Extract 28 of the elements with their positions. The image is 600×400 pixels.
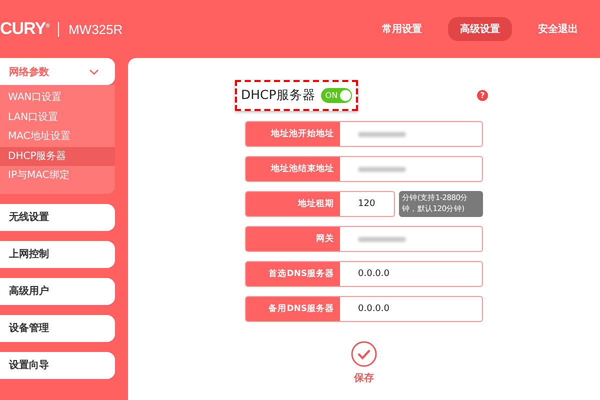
submenu-item[interactable]: MAC地址设置: [0, 127, 115, 146]
section-title: DHCP服务器: [241, 87, 316, 104]
checkmark-icon: [351, 341, 377, 367]
sidebar-item[interactable]: 网络参数: [0, 58, 115, 85]
chevron-down-icon: [89, 68, 99, 74]
input-field[interactable]: 地址池结束地址: [245, 156, 483, 182]
input-field[interactable]: 首选DNS服务器 0.0.0.0: [245, 261, 483, 287]
input-field[interactable]: 地址租期 120: [245, 191, 395, 217]
model-name: MW325R: [68, 22, 123, 36]
submenu-item[interactable]: WAN口设置: [0, 88, 115, 108]
help-icon[interactable]: ?: [477, 90, 488, 101]
sidebar-item[interactable]: 设置向导: [0, 352, 115, 378]
submenu-item[interactable]: DHCP服务器: [0, 146, 115, 166]
input-field[interactable]: 备用DNS服务器 0.0.0.0: [245, 296, 483, 322]
nav-tab[interactable]: 常用设置: [370, 17, 434, 41]
sidebar-item[interactable]: 上网控制: [0, 240, 115, 268]
sidebar-item[interactable]: 设备管理: [0, 314, 115, 342]
nav-tab[interactable]: 高级设置: [448, 17, 512, 41]
submenu-item[interactable]: LAN口设置: [0, 108, 115, 127]
brand-logo: CURY$^{®}$: [0, 19, 50, 39]
sidebar-item[interactable]: 无线设置: [0, 204, 115, 230]
sidebar-item[interactable]: 高级用户: [0, 278, 115, 304]
save-button[interactable]: 保存: [351, 341, 377, 385]
input-field[interactable]: 地址池开始地址: [245, 121, 483, 147]
submenu-item[interactable]: IP与MAC绑定: [0, 166, 115, 186]
dhcp-toggle[interactable]: ON: [321, 88, 352, 103]
nav-tab[interactable]: 安全退出: [526, 17, 590, 41]
input-field[interactable]: 网关: [245, 226, 483, 252]
